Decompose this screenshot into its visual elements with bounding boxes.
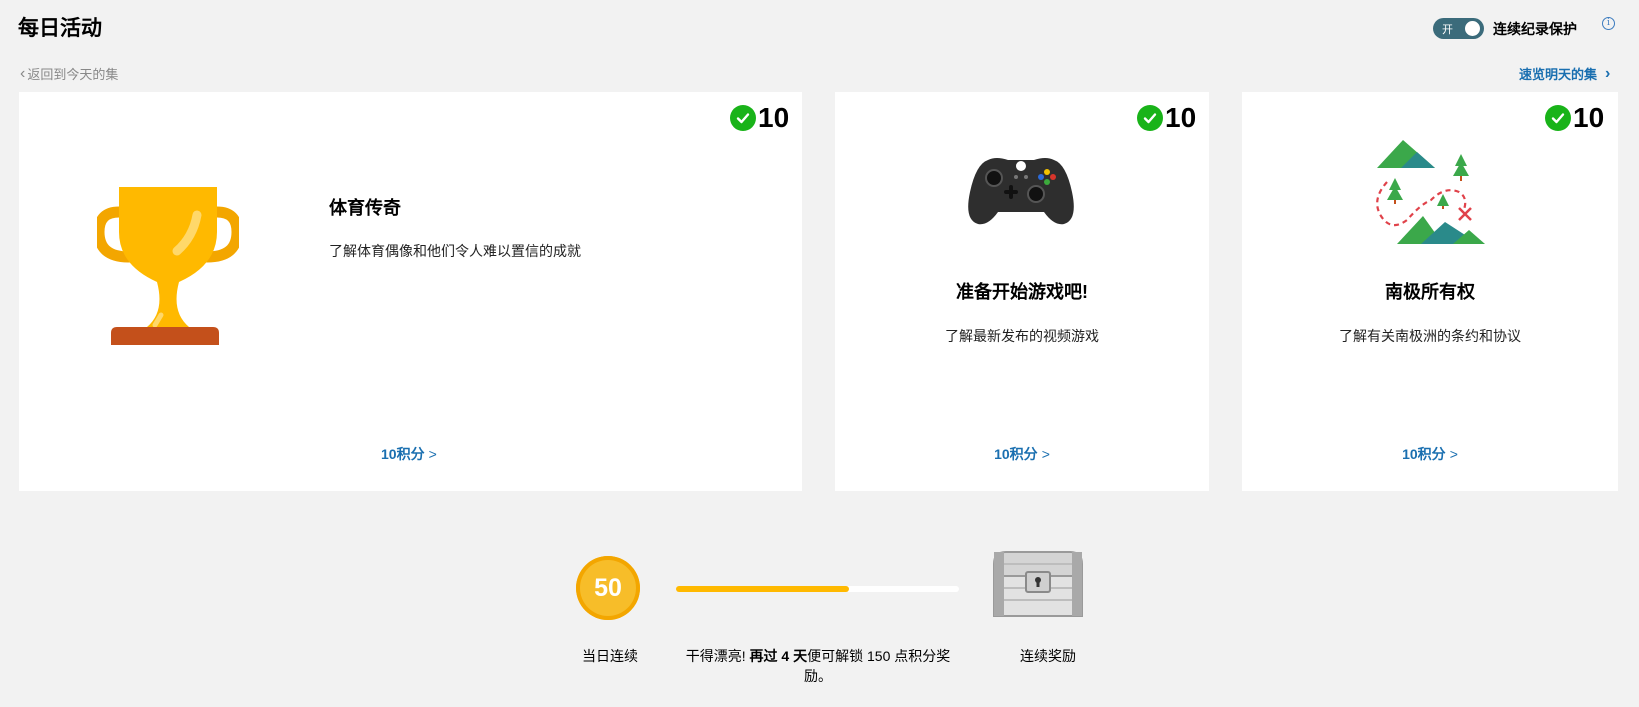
chevron-right-icon: > (1449, 446, 1458, 462)
points-link-label: 10积分 (994, 446, 1038, 462)
treasure-chest-icon (993, 551, 1083, 617)
card-description: 了解有关南极洲的条约和协议 (1339, 328, 1521, 344)
points-value: 10 (1165, 102, 1197, 133)
card-title: 南极所有权 (1385, 282, 1475, 302)
card-description: 了解最新发布的视频游戏 (945, 328, 1099, 344)
card-points-link[interactable]: 10积分 > (835, 444, 1209, 464)
streak-protection: 开 连续纪录保护 (1433, 18, 1577, 39)
chevron-right-icon: > (428, 446, 437, 462)
game-controller-icon (968, 158, 1074, 225)
trophy-icon (97, 187, 239, 345)
toggle-state-label: 开 (1442, 24, 1453, 36)
progress-msg-days: 再过 4 天 (749, 648, 808, 664)
back-link-label: 返回到今天的集 (27, 67, 119, 82)
activity-card-sports[interactable]: 10 体育传奇 了解体育偶像和他们令人难以置信的成就 10积分 > (19, 92, 802, 491)
points-value: 10 (758, 102, 790, 133)
streak-progress-bar (676, 586, 959, 592)
points-badge: 10 (730, 102, 789, 134)
card-points-link[interactable]: 10积分 > (381, 444, 437, 464)
chevron-right-icon: › (1605, 65, 1611, 82)
checkmark-icon (1545, 105, 1571, 131)
preview-tomorrow-link[interactable]: 速览明天的集 › (1519, 64, 1610, 83)
streak-progress-fill (676, 586, 849, 592)
points-badge: 10 (1137, 102, 1196, 134)
back-to-today-link[interactable]: ‹ 返回到今天的集 (20, 64, 118, 83)
streak-reward-label: 连续奖励 (1020, 648, 1076, 664)
streak-label: 当日连续 (582, 648, 638, 664)
points-value: 10 (1573, 102, 1605, 133)
next-link-label: 速览明天的集 (1519, 67, 1598, 82)
info-icon[interactable]: i (1602, 17, 1615, 30)
streak-protection-toggle[interactable]: 开 (1433, 18, 1484, 39)
card-title: 准备开始游戏吧! (956, 282, 1088, 302)
chevron-left-icon: ‹ (20, 65, 26, 82)
points-badge: 10 (1545, 102, 1604, 134)
toggle-knob (1465, 21, 1480, 36)
card-title: 体育传奇 (329, 198, 401, 218)
chevron-right-icon: > (1041, 446, 1050, 462)
points-link-label: 10积分 (381, 446, 425, 462)
streak-count-badge: 50 (576, 556, 640, 620)
page-title: 每日活动 (18, 17, 102, 40)
streak-progress-message: 干得漂亮! 再过 4 天便可解锁 150 点积分奖励。 (672, 646, 964, 686)
points-link-label: 10积分 (1402, 446, 1446, 462)
treasure-map-icon (1376, 140, 1485, 244)
card-description: 了解体育偶像和他们令人难以置信的成就 (329, 243, 581, 259)
checkmark-icon (730, 105, 756, 131)
card-points-link[interactable]: 10积分 > (1242, 444, 1618, 464)
activity-card-antarctica[interactable]: 10 南极所有权 了解有关南极洲的条约和协议 10积分 > (1242, 92, 1618, 491)
activity-card-gaming[interactable]: 10 准备开始游戏吧! 了解最新发布的视频游戏 10积分 > (835, 92, 1209, 491)
progress-msg-prefix: 干得漂亮! (685, 648, 750, 664)
progress-msg-suffix: 便可解锁 150 点积分奖励。 (804, 648, 951, 684)
streak-protection-label: 连续纪录保护 (1493, 20, 1577, 37)
checkmark-icon (1137, 105, 1163, 131)
